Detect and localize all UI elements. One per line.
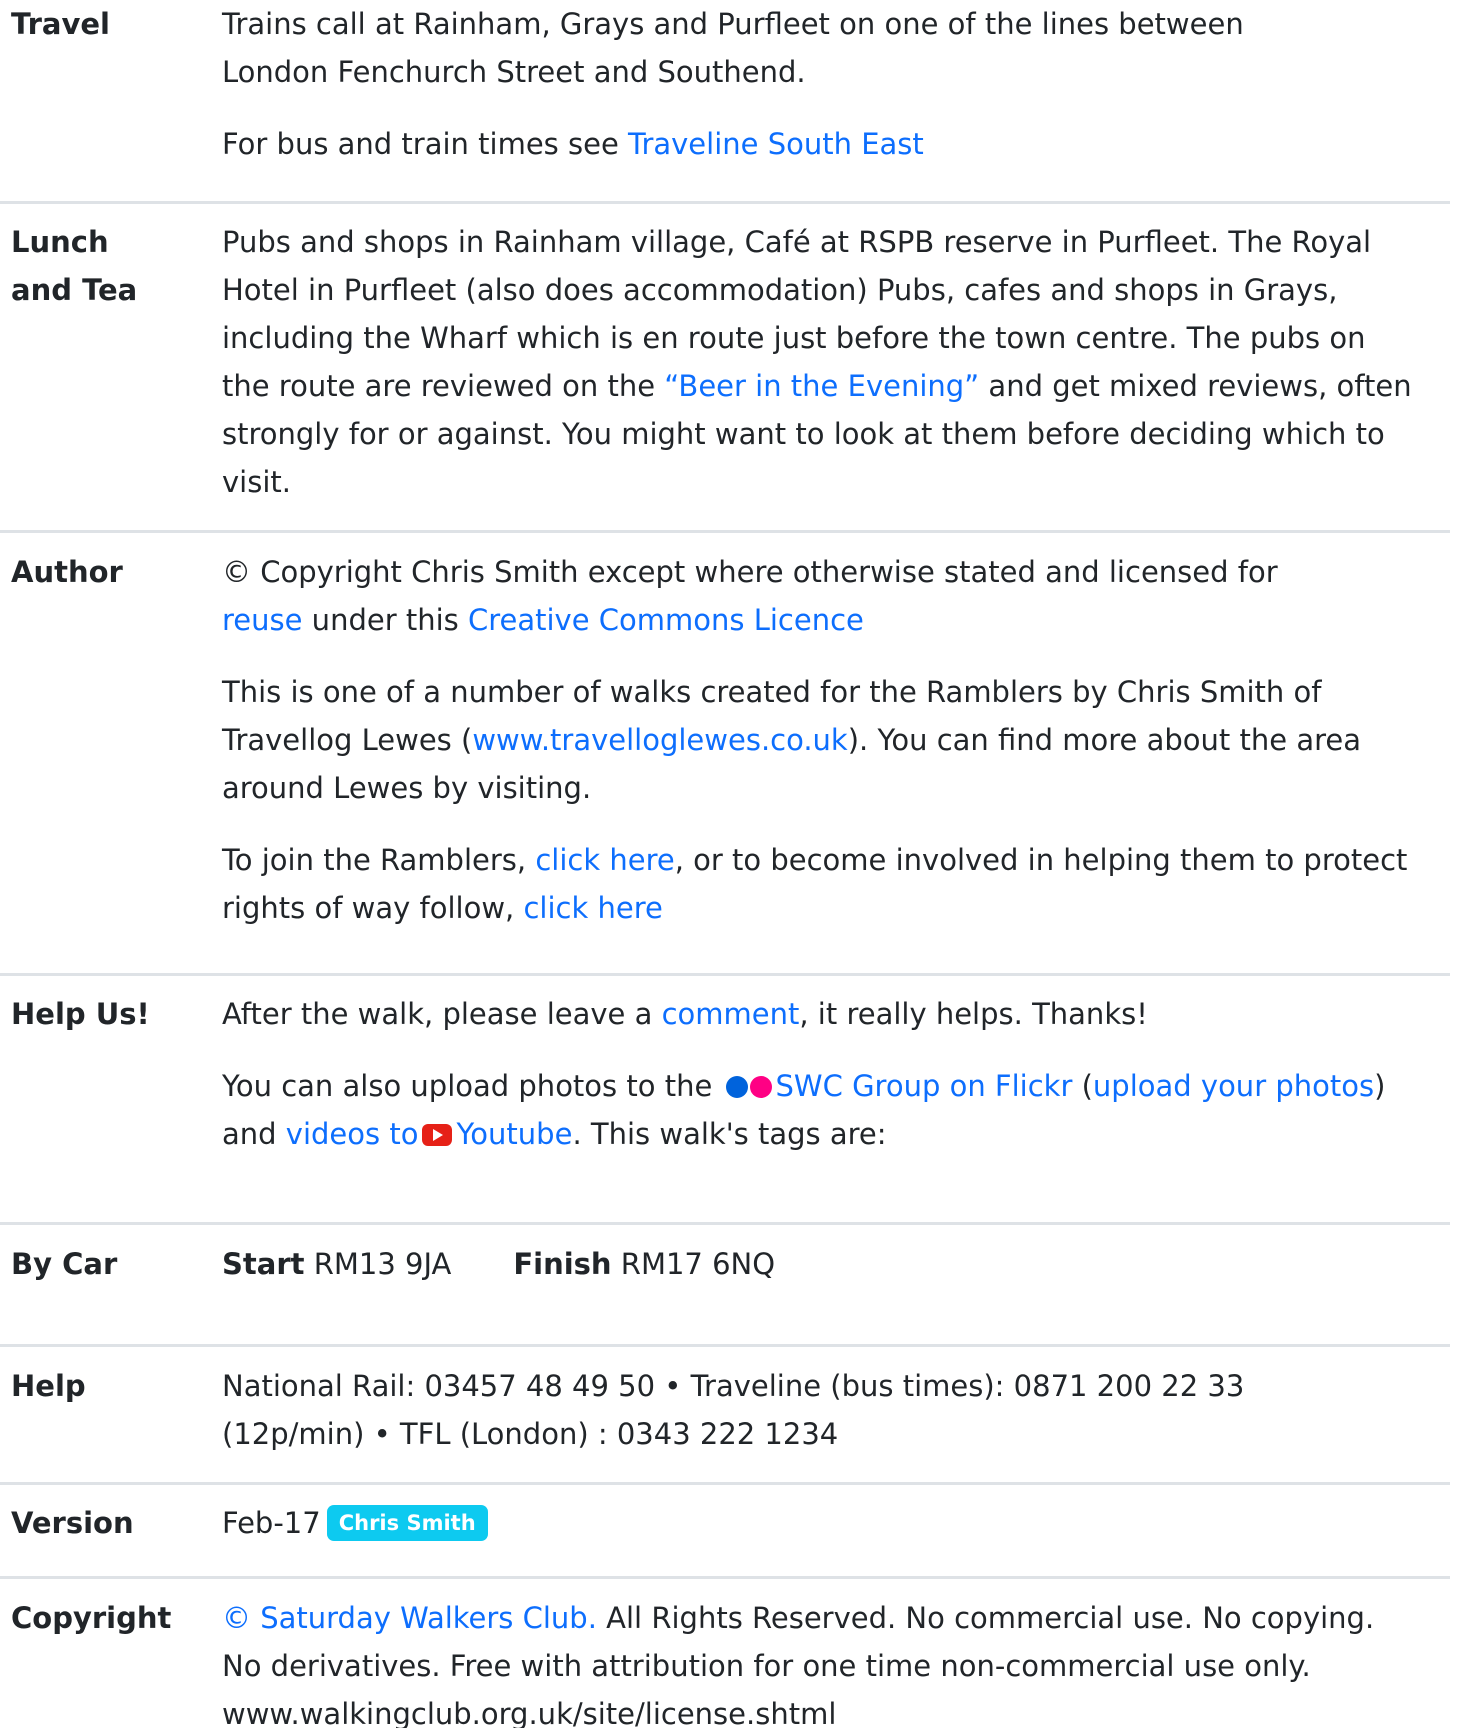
- copyright-label: Copyright: [11, 1601, 172, 1635]
- version-content: Feb-17 Chris Smith: [222, 1499, 1452, 1547]
- version-info: Feb-17 Chris Smith: [222, 1499, 1452, 1547]
- author-join-text: To join the Ramblers,: [222, 843, 536, 877]
- videos-link[interactable]: videos to: [286, 1117, 419, 1151]
- help-us-content: After the walk, please leave a comment, …: [222, 990, 1452, 1158]
- author-label: Author: [11, 555, 123, 589]
- travel-content: Trains call at Rainham, Grays and Purfle…: [222, 0, 1452, 168]
- travel-text: Trains call at Rainham, Grays and Purfle…: [222, 7, 1244, 89]
- author-ramblers: This is one of a number of walks created…: [222, 668, 1432, 812]
- help-us-upload-text: (: [1072, 1069, 1093, 1103]
- help-us-comment: After the walk, please leave a comment, …: [222, 990, 1452, 1038]
- comment-link[interactable]: comment: [662, 997, 800, 1031]
- version-date: Feb-17: [222, 1506, 321, 1540]
- youtube-icon: [422, 1124, 453, 1146]
- separator: [0, 1482, 1450, 1485]
- help-us-comment-text: , it really helps. Thanks!: [799, 997, 1148, 1031]
- by-car-content: Start RM13 9JA Finish RM17 6NQ: [222, 1240, 1452, 1288]
- finish-label: Finish: [513, 1247, 612, 1281]
- separator: [0, 530, 1450, 533]
- help-phone-numbers: National Rail: 03457 48 49 50 • Travelin…: [222, 1369, 1245, 1451]
- author-copyright-text: under this: [302, 603, 468, 637]
- by-car-postcodes: Start RM13 9JA Finish RM17 6NQ: [222, 1240, 1452, 1288]
- start-postcode: RM13 9JA: [313, 1247, 452, 1281]
- beer-in-the-evening-link[interactable]: “Beer in the Evening”: [664, 369, 979, 403]
- author-badge: Chris Smith: [326, 1505, 488, 1541]
- flickr-group-link[interactable]: SWC Group on Flickr: [776, 1069, 1073, 1103]
- author-copyright-text: © Copyright Chris Smith except where oth…: [222, 555, 1278, 589]
- travelloglewes-link[interactable]: www.travelloglewes.co.uk: [472, 723, 847, 757]
- flickr-icon: [749, 1076, 772, 1098]
- author-copyright: © Copyright Chris Smith except where oth…: [222, 548, 1362, 644]
- flickr-icon: [725, 1076, 748, 1098]
- author-content: © Copyright Chris Smith except where oth…: [222, 548, 1452, 932]
- travel-times-prefix: For bus and train times see: [222, 127, 628, 161]
- lunch-label: Lunch and Tea: [11, 225, 138, 307]
- help-content: National Rail: 03457 48 49 50 • Travelin…: [222, 1362, 1452, 1458]
- start-label: Start: [222, 1247, 305, 1281]
- separator: [0, 1222, 1450, 1225]
- travel-label: Travel: [11, 7, 110, 41]
- separator: [0, 973, 1450, 976]
- copyright-text: © Saturday Walkers Club. All Rights Rese…: [222, 1594, 1422, 1728]
- help-us-upload-text: You can also upload photos to the: [222, 1069, 722, 1103]
- separator: [0, 201, 1450, 204]
- copyright-content: © Saturday Walkers Club. All Rights Rese…: [222, 1594, 1452, 1728]
- lunch-content: Pubs and shops in Rainham village, Café …: [222, 218, 1452, 506]
- help-us-upload: You can also upload photos to the SWC Gr…: [222, 1062, 1402, 1158]
- author-join: To join the Ramblers, click here, or to …: [222, 836, 1432, 932]
- upload-photos-link[interactable]: upload your photos: [1093, 1069, 1374, 1103]
- lunch-text: Pubs and shops in Rainham village, Café …: [222, 218, 1422, 506]
- by-car-label: By Car: [11, 1247, 118, 1281]
- help-us-upload-text: . This walk's tags are:: [572, 1117, 887, 1151]
- version-label: Version: [11, 1506, 134, 1540]
- creative-commons-link[interactable]: Creative Commons Licence: [468, 603, 864, 637]
- finish-postcode: RM17 6NQ: [620, 1247, 776, 1281]
- join-ramblers-link[interactable]: click here: [535, 843, 674, 877]
- walk-info-page: Travel Trains call at Rainham, Grays and…: [0, 0, 1458, 1728]
- separator: [0, 1344, 1450, 1347]
- reuse-link[interactable]: reuse: [222, 603, 302, 637]
- separator: [0, 1576, 1450, 1579]
- youtube-link[interactable]: Youtube: [456, 1117, 572, 1151]
- rights-of-way-link[interactable]: click here: [523, 891, 662, 925]
- travel-times: For bus and train times see Traveline So…: [222, 120, 1452, 168]
- help-label: Help: [11, 1369, 86, 1403]
- traveline-link[interactable]: Traveline South East: [628, 127, 924, 161]
- help-us-comment-text: After the walk, please leave a: [222, 997, 662, 1031]
- help-us-label: Help Us!: [11, 997, 150, 1031]
- saturday-walkers-club-link[interactable]: © Saturday Walkers Club.: [222, 1601, 597, 1635]
